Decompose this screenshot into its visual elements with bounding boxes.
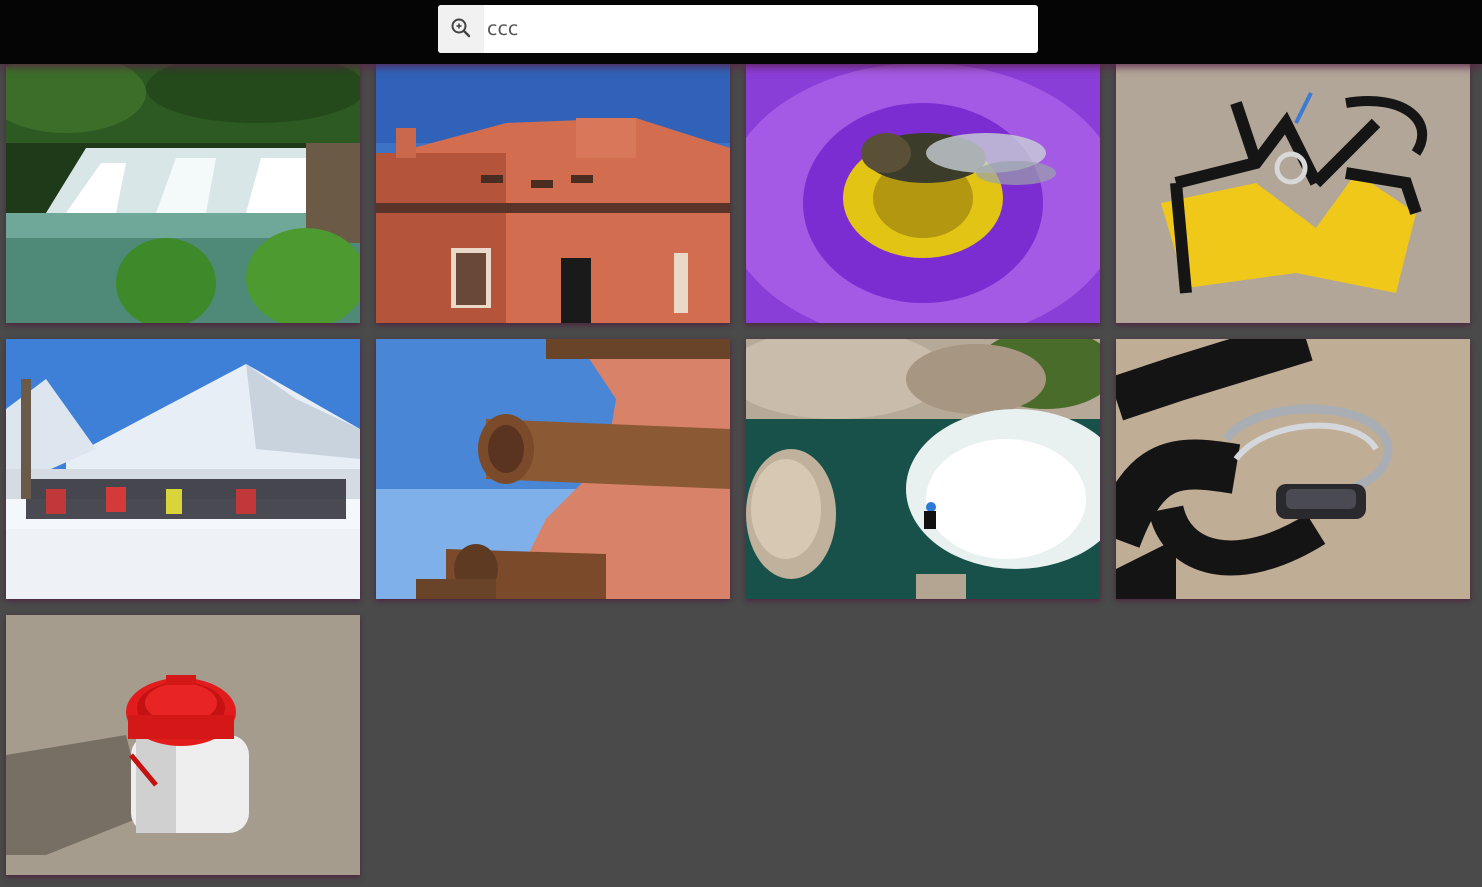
waterfall-image (6, 63, 360, 323)
photo-tile-fly-flower[interactable] (746, 63, 1100, 323)
search-input[interactable] (484, 5, 1038, 53)
container-image (6, 615, 360, 875)
fly-flower-image (746, 63, 1100, 323)
photo-grid (0, 0, 1482, 887)
carabiners-image (1116, 339, 1470, 599)
top-bar (0, 0, 1482, 64)
zoom-search-icon[interactable] (438, 5, 484, 53)
photo-tile-container[interactable] (6, 615, 360, 875)
search-bar (438, 5, 1038, 53)
harness-image (1116, 63, 1470, 323)
photo-tile-harness[interactable] (1116, 63, 1470, 323)
snow-group-image (6, 339, 360, 599)
photo-tile-waterfall[interactable] (6, 63, 360, 323)
photo-tile-carabiners[interactable] (1116, 339, 1470, 599)
photo-tile-adobe-building[interactable] (376, 63, 730, 323)
wooden-beams-image (376, 339, 730, 599)
photo-tile-wooden-beams[interactable] (376, 339, 730, 599)
photo-tile-canyon-river[interactable] (746, 339, 1100, 599)
adobe-building-image (376, 63, 730, 323)
canyon-river-image (746, 339, 1100, 599)
photo-tile-snow-group[interactable] (6, 339, 360, 599)
